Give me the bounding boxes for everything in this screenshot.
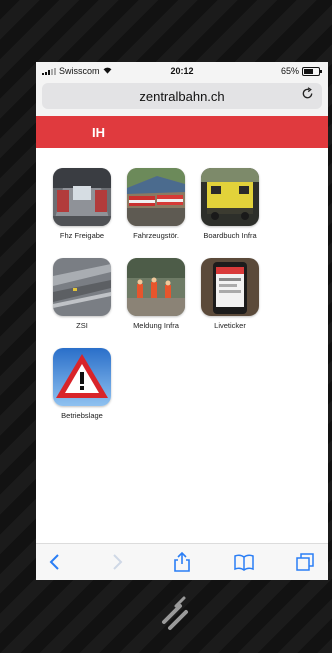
battery-icon bbox=[302, 66, 322, 76]
brand-logo-icon bbox=[158, 594, 198, 634]
tile-fhz-freigabe[interactable]: Fhz Freigabe bbox=[47, 168, 117, 240]
tile-label: Fahrzeugstör. bbox=[133, 231, 179, 240]
share-icon[interactable] bbox=[171, 551, 193, 573]
status-bar: Swisscom 20:12 65% bbox=[36, 62, 328, 80]
tile-label: Fhz Freigabe bbox=[59, 231, 105, 240]
tile-label: Liveticker bbox=[214, 321, 246, 330]
address-bar[interactable]: zentralbahn.ch bbox=[42, 83, 322, 109]
tile-boardbuch-infra[interactable]: Boardbuch Infra bbox=[195, 168, 265, 240]
browser-toolbar bbox=[36, 543, 328, 580]
url-text: zentralbahn.ch bbox=[139, 88, 225, 104]
page-header: IH bbox=[36, 116, 328, 148]
tile-label: Meldung Infra bbox=[133, 321, 179, 330]
yellow-locomotive-icon bbox=[201, 168, 259, 226]
tile-label: Boardbuch Infra bbox=[203, 231, 257, 240]
tile-meldung-infra[interactable]: Meldung Infra bbox=[121, 258, 191, 330]
warning-sign-icon bbox=[53, 348, 111, 406]
tile-fahrzeugstoer[interactable]: Fahrzeugstör. bbox=[121, 168, 191, 240]
page-title: IH bbox=[92, 125, 105, 140]
tile-betriebslage[interactable]: Betriebslage bbox=[47, 348, 117, 420]
phone-screen: Swisscom 20:12 65% zentralbahn.ch IH Fhz… bbox=[36, 62, 328, 580]
tile-label: Betriebslage bbox=[61, 411, 103, 420]
track-workers-icon bbox=[127, 258, 185, 316]
tabs-icon[interactable] bbox=[294, 551, 316, 573]
address-bar-container: zentralbahn.ch bbox=[36, 80, 328, 116]
battery-percent: 65% bbox=[280, 66, 299, 76]
reload-icon[interactable] bbox=[301, 87, 314, 104]
tile-label: ZSI bbox=[76, 321, 88, 330]
back-icon[interactable] bbox=[44, 551, 66, 573]
forward-icon[interactable] bbox=[106, 551, 128, 573]
tile-zsi[interactable]: ZSI bbox=[47, 258, 117, 330]
train-interior-icon bbox=[53, 168, 111, 226]
rail-track-icon bbox=[53, 258, 111, 316]
bookmarks-icon[interactable] bbox=[233, 551, 255, 573]
phone-screen-icon bbox=[201, 258, 259, 316]
battery-indicator: 65% bbox=[280, 66, 322, 76]
tile-liveticker[interactable]: Liveticker bbox=[195, 258, 265, 330]
trains-in-depot-icon bbox=[127, 168, 185, 226]
